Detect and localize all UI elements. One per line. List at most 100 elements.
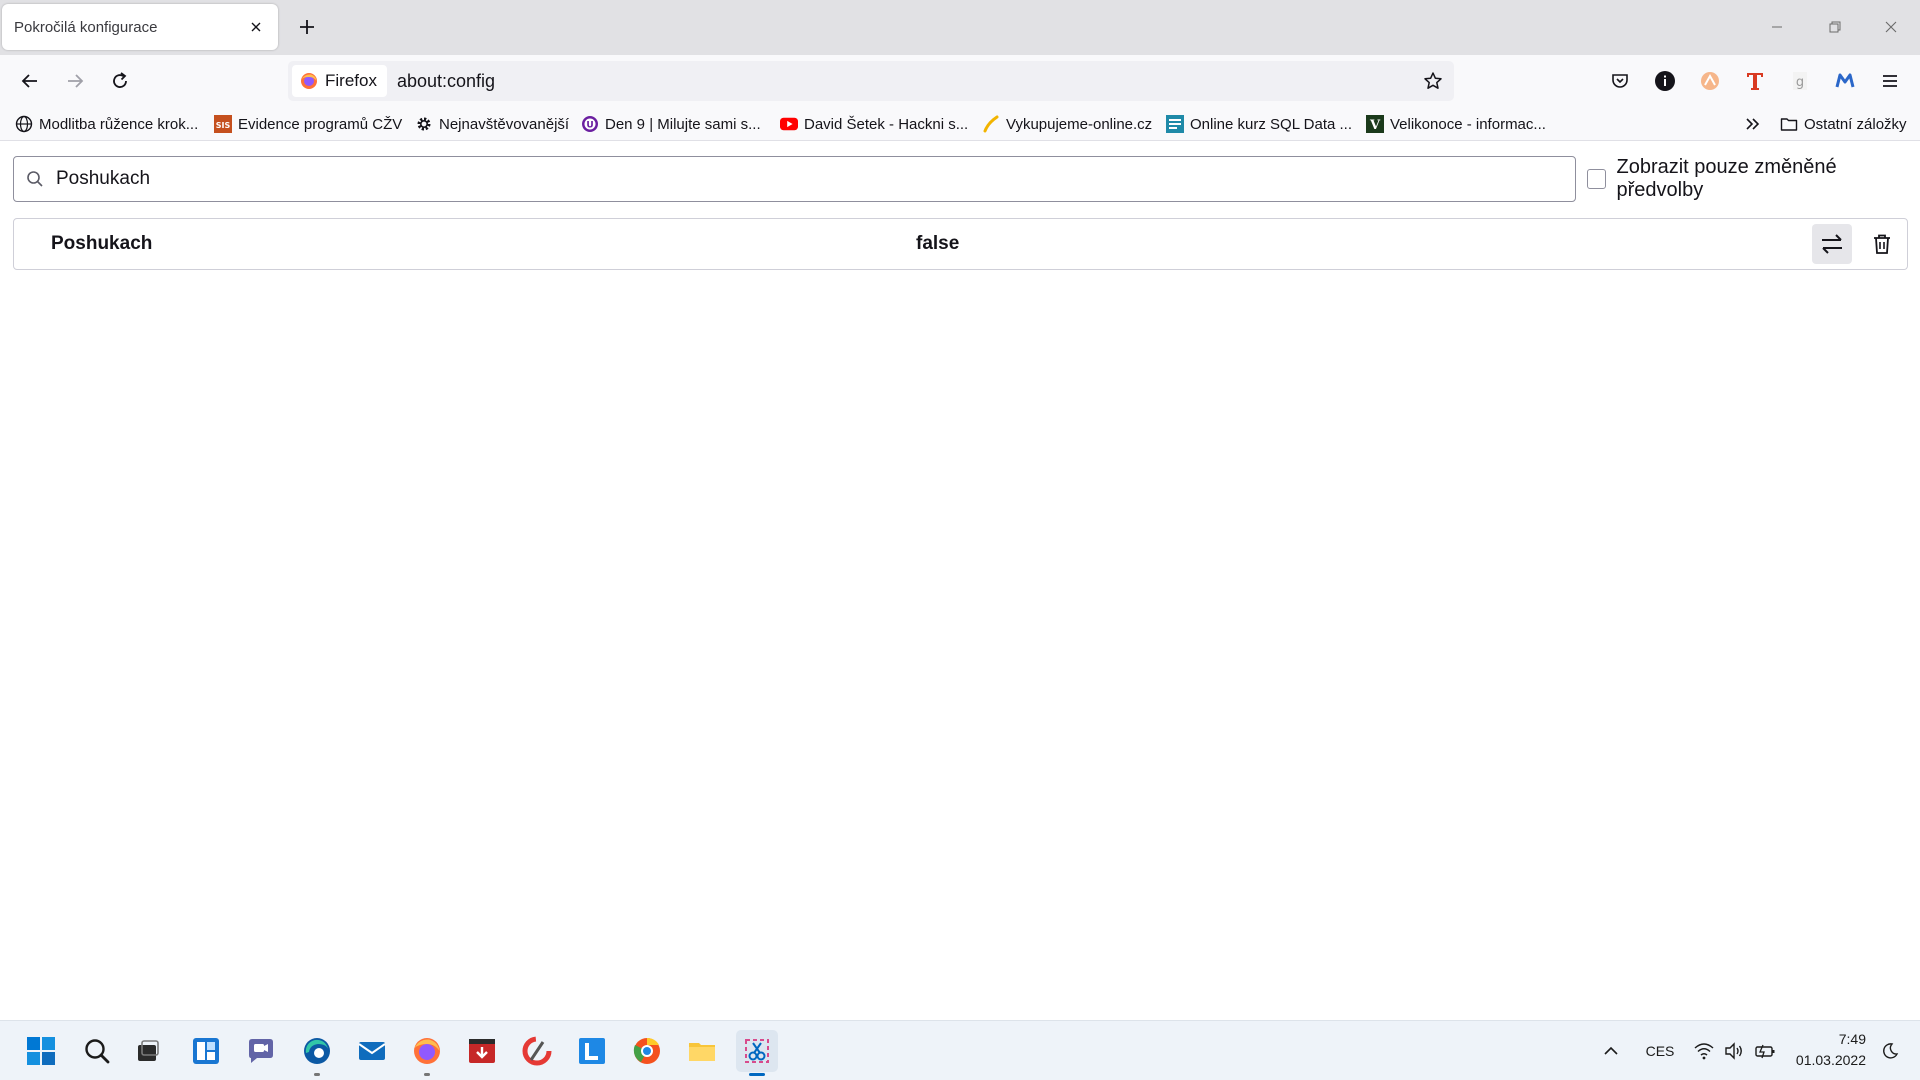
scissors-icon [745, 1039, 769, 1063]
video-download-icon [469, 1039, 495, 1063]
focus-assist-icon[interactable] [1878, 1039, 1902, 1063]
back-button[interactable] [14, 65, 46, 97]
tab-title: Pokročilá konfigurace [14, 18, 158, 36]
extension-info-button[interactable] [1650, 66, 1680, 96]
clock[interactable]: 7:49 01.03.2022 [1786, 1029, 1866, 1071]
widgets-icon [193, 1038, 219, 1064]
tab-active[interactable]: Pokročilá konfigurace [2, 4, 278, 50]
bookmarks-overflow-button[interactable] [1744, 112, 1762, 136]
bookmark-item[interactable]: U Den 9 | Milujte sami s... [581, 112, 761, 136]
battery-icon[interactable] [1752, 1039, 1778, 1063]
firefox-icon [414, 1038, 440, 1064]
bookmarks-toolbar: Modlitba růžence krok... SIS Evidence pr… [0, 107, 1920, 141]
toggle-button[interactable] [1812, 224, 1852, 264]
ccleaner-icon [522, 1036, 552, 1066]
widgets-button[interactable] [185, 1030, 227, 1072]
file-explorer-button[interactable] [681, 1030, 723, 1072]
bookmark-item[interactable]: SIS Evidence programů CŽV [214, 112, 402, 136]
wifi-icon[interactable] [1692, 1039, 1716, 1063]
bookmark-item[interactable]: David Šetek - Hackni s... [780, 112, 968, 136]
language-indicator[interactable]: CES [1642, 1039, 1678, 1063]
star-icon [1424, 72, 1442, 89]
show-changed-only-checkbox[interactable] [1587, 169, 1607, 189]
svg-text:U: U [586, 121, 593, 131]
reload-button[interactable] [104, 65, 136, 97]
search-input[interactable] [54, 167, 1575, 191]
folder-icon [689, 1043, 715, 1061]
svg-text:SIS: SIS [216, 121, 231, 130]
extension-m-button[interactable] [1830, 66, 1860, 96]
folder-icon [1780, 115, 1798, 133]
firefox-taskbar-button[interactable] [406, 1030, 448, 1076]
menu-button[interactable] [1875, 66, 1905, 96]
v-icon: V [1366, 115, 1384, 133]
orange-extension-icon [1701, 72, 1719, 90]
bookmark-label: Nejnavštěvovanější [439, 115, 570, 133]
teams-chat-button[interactable] [240, 1030, 282, 1072]
edge-icon [304, 1038, 330, 1064]
show-changed-only[interactable]: Zobrazit pouze změněné předvolby [1587, 156, 1920, 201]
search-icon [85, 1039, 110, 1064]
running-indicator [314, 1073, 320, 1076]
chrome-like-button[interactable] [626, 1030, 668, 1072]
mail-icon [358, 1042, 386, 1060]
bookmark-label: Evidence programů CŽV [238, 115, 403, 133]
svg-text:V: V [1369, 118, 1381, 133]
arrow-left-icon [21, 74, 37, 88]
url-text[interactable]: about:config [397, 71, 1418, 92]
task-view-button[interactable] [127, 1030, 169, 1072]
bookmark-item[interactable]: Vykupujeme-online.cz [982, 112, 1152, 136]
extension-orange-button[interactable] [1695, 66, 1725, 96]
task-view-icon [138, 1040, 159, 1061]
toggle-arrows-icon [1822, 234, 1842, 254]
bookmark-item[interactable]: Nejnavštěvovanější [415, 112, 569, 136]
l-app-button[interactable] [571, 1030, 613, 1072]
show-changed-only-label: Zobrazit pouze změněné předvolby [1616, 156, 1837, 201]
ccleaner-button[interactable] [516, 1030, 558, 1072]
pref-value[interactable]: false [916, 233, 959, 255]
bookmark-star-button[interactable] [1418, 66, 1448, 96]
search-button[interactable] [76, 1030, 118, 1072]
snipping-tool-button[interactable] [736, 1030, 778, 1076]
bookmark-label: Vykupujeme-online.cz [1006, 115, 1153, 133]
close-tab-icon[interactable] [246, 17, 266, 37]
svg-text:g: g [1796, 75, 1804, 90]
other-bookmarks-folder[interactable]: Ostatní záložky [1780, 112, 1907, 136]
course-icon [1166, 115, 1184, 133]
new-tab-button[interactable] [292, 12, 322, 42]
config-search-box[interactable] [13, 156, 1576, 202]
bookmark-item[interactable]: Online kurz SQL Data ... [1166, 112, 1352, 136]
bookmark-item[interactable]: V Velikonoce - informac... [1366, 112, 1546, 136]
volume-icon[interactable] [1722, 1039, 1746, 1063]
close-window-button[interactable] [1876, 14, 1906, 40]
url-bar[interactable]: Firefox about:config [288, 61, 1454, 101]
edge-button[interactable] [296, 1030, 338, 1076]
identity-box[interactable]: Firefox [292, 65, 387, 97]
mail-button[interactable] [351, 1030, 393, 1072]
bookmark-label: Velikonoce - informac... [1390, 115, 1546, 133]
start-button[interactable] [20, 1030, 62, 1072]
trash-icon [1874, 234, 1890, 254]
minimize-button[interactable] [1762, 14, 1792, 40]
search-icon [26, 170, 44, 188]
restore-button[interactable] [1820, 14, 1850, 40]
extension-t-button[interactable] [1740, 66, 1770, 96]
forward-button[interactable] [59, 65, 91, 97]
pocket-button[interactable] [1605, 66, 1635, 96]
show-hidden-icons-button[interactable] [1598, 1039, 1624, 1063]
chat-icon [249, 1039, 273, 1063]
downloader-button[interactable] [461, 1030, 503, 1072]
plus-icon [300, 20, 314, 34]
reload-icon [113, 72, 127, 88]
running-indicator [424, 1073, 430, 1076]
u-circle-icon: U [581, 115, 599, 133]
bookmark-item[interactable]: Modlitba růžence krok... [15, 112, 198, 136]
pocket-icon [1612, 74, 1628, 88]
grammar-icon: g [1793, 72, 1807, 90]
extension-grammar-button[interactable]: g [1785, 66, 1815, 96]
delete-button[interactable] [1862, 224, 1902, 264]
chevron-up-icon [1604, 1046, 1618, 1055]
sis-icon: SIS [214, 115, 232, 133]
gear-icon [415, 115, 433, 133]
double-chevron-right-icon [1744, 115, 1762, 133]
